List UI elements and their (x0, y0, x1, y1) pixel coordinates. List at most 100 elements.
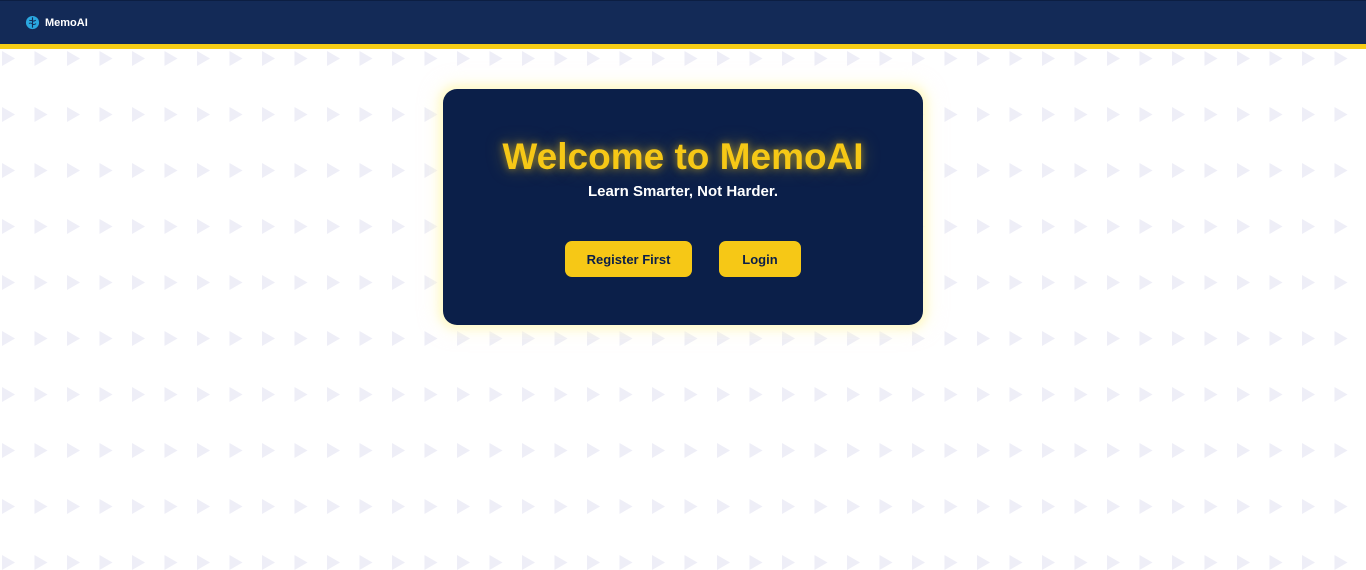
triangle-pattern-icon (132, 443, 145, 458)
triangle-pattern-icon (749, 331, 763, 346)
triangle-pattern-icon (327, 107, 340, 122)
triangle-pattern-icon (977, 331, 990, 346)
triangle-pattern-icon (2, 387, 15, 402)
welcome-subtitle: Learn Smarter, Not Harder. (587, 183, 779, 200)
triangle-pattern-icon (847, 555, 860, 570)
triangle-pattern-icon (652, 387, 665, 402)
triangle-pattern-icon (294, 387, 308, 402)
triangle-pattern-icon (424, 219, 438, 234)
triangle-pattern-icon (1172, 555, 1185, 570)
triangle-pattern-icon (1204, 107, 1218, 122)
triangle-pattern-icon (197, 107, 210, 122)
triangle-pattern-icon (164, 163, 178, 178)
triangle-pattern-icon (1302, 387, 1315, 402)
triangle-pattern-icon (717, 555, 730, 570)
welcome-card: Welcome to MemoAI Learn Smarter, Not Har… (443, 89, 923, 325)
triangle-pattern-icon (619, 499, 633, 514)
triangle-pattern-icon (34, 219, 48, 234)
triangle-pattern-icon (262, 331, 275, 346)
triangle-pattern-icon (197, 163, 210, 178)
triangle-pattern-icon (1009, 499, 1023, 514)
triangle-pattern-icon (262, 499, 275, 514)
triangle-pattern-icon (67, 387, 80, 402)
triangle-pattern-icon (1334, 275, 1348, 290)
triangle-pattern-icon (1042, 107, 1055, 122)
triangle-pattern-icon (847, 51, 860, 66)
triangle-pattern-icon (197, 275, 210, 290)
triangle-pattern-icon (1042, 219, 1055, 234)
triangle-pattern-icon (1334, 219, 1348, 234)
triangle-pattern-icon (879, 331, 893, 346)
triangle-pattern-icon (1107, 555, 1120, 570)
triangle-pattern-icon (1042, 555, 1055, 570)
triangle-pattern-icon (132, 555, 145, 570)
triangle-pattern-icon (132, 163, 145, 178)
triangle-pattern-icon (1204, 331, 1218, 346)
triangle-pattern-icon (327, 499, 340, 514)
triangle-pattern-icon (197, 555, 210, 570)
triangle-pattern-icon (34, 387, 48, 402)
triangle-pattern-icon (67, 219, 80, 234)
welcome-title: Welcome to MemoAI (502, 136, 864, 177)
triangle-pattern-icon (977, 219, 990, 234)
triangle-pattern-icon (1302, 107, 1315, 122)
triangle-pattern-icon (1269, 555, 1283, 570)
triangle-pattern-icon (164, 219, 178, 234)
triangle-pattern-icon (1204, 387, 1218, 402)
triangle-pattern-icon (522, 499, 535, 514)
triangle-pattern-icon (1237, 163, 1250, 178)
triangle-pattern-icon (294, 51, 308, 66)
triangle-pattern-icon (717, 331, 730, 346)
triangle-pattern-icon (132, 51, 145, 66)
triangle-pattern-icon (294, 331, 308, 346)
triangle-pattern-icon (879, 499, 893, 514)
triangle-pattern-icon (912, 443, 925, 458)
triangle-pattern-icon (912, 387, 925, 402)
triangle-pattern-icon (1139, 443, 1153, 458)
triangle-pattern-icon (424, 443, 438, 458)
triangle-pattern-icon (2, 107, 15, 122)
triangle-pattern-icon (587, 555, 600, 570)
triangle-pattern-icon (392, 499, 405, 514)
triangle-pattern-icon (1237, 555, 1250, 570)
triangle-pattern-icon (652, 51, 665, 66)
triangle-pattern-icon (1237, 51, 1250, 66)
triangle-pattern-icon (619, 555, 633, 570)
triangle-pattern-icon (587, 51, 600, 66)
triangle-pattern-icon (327, 443, 340, 458)
triangle-pattern-icon (34, 499, 48, 514)
triangle-pattern-icon (67, 107, 80, 122)
triangle-pattern-icon (164, 107, 178, 122)
triangle-pattern-icon (1204, 555, 1218, 570)
triangle-pattern-icon (1107, 331, 1120, 346)
triangle-pattern-icon (489, 51, 503, 66)
triangle-pattern-icon (1074, 331, 1088, 346)
triangle-pattern-icon (522, 51, 535, 66)
triangle-pattern-icon (1009, 219, 1023, 234)
triangle-pattern-icon (619, 331, 633, 346)
triangle-pattern-icon (1042, 387, 1055, 402)
triangle-pattern-icon (1009, 107, 1023, 122)
triangle-pattern-icon (717, 499, 730, 514)
triangle-pattern-icon (67, 555, 80, 570)
triangle-pattern-icon (1269, 107, 1283, 122)
triangle-pattern-icon (1107, 443, 1120, 458)
triangle-pattern-icon (132, 387, 145, 402)
triangle-pattern-icon (457, 499, 470, 514)
triangle-pattern-icon (1172, 219, 1185, 234)
triangle-pattern-icon (262, 387, 275, 402)
triangle-pattern-icon (1139, 499, 1153, 514)
triangle-pattern-icon (717, 51, 730, 66)
register-button[interactable]: Register First (565, 241, 692, 277)
brand-logo[interactable]: MemoAI (25, 15, 88, 30)
triangle-pattern-icon (392, 443, 405, 458)
triangle-pattern-icon (1107, 163, 1120, 178)
triangle-pattern-icon (132, 107, 145, 122)
triangle-pattern-icon (99, 555, 113, 570)
triangle-pattern-icon (1204, 163, 1218, 178)
triangle-pattern-icon (294, 499, 308, 514)
triangle-pattern-icon (847, 331, 860, 346)
triangle-pattern-icon (359, 219, 373, 234)
login-button[interactable]: Login (719, 241, 801, 277)
triangle-pattern-icon (1009, 51, 1023, 66)
